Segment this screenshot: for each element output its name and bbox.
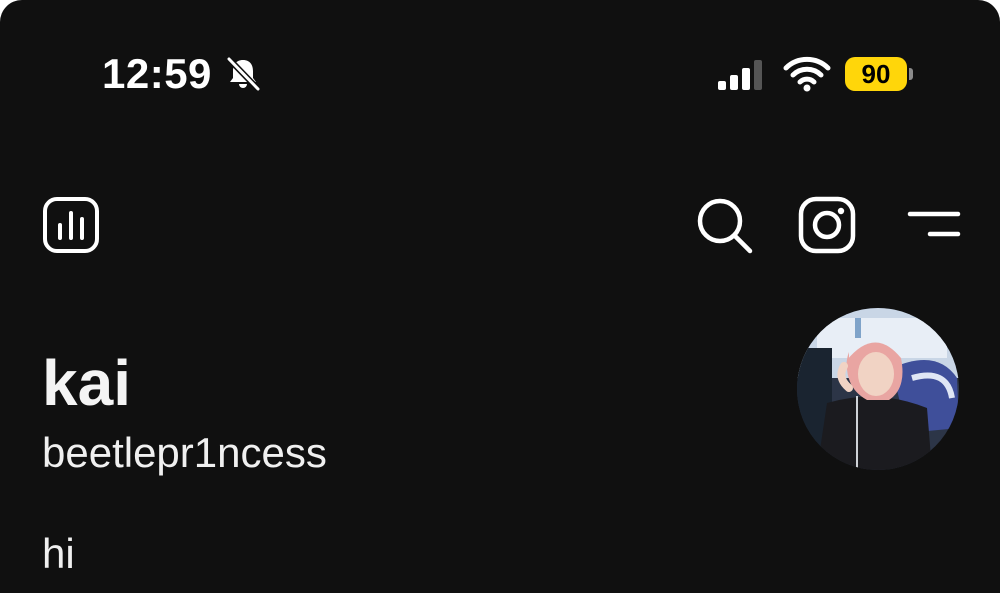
insights-icon[interactable]: [41, 195, 101, 255]
profile-display-name: kai: [42, 347, 131, 419]
search-icon[interactable]: [694, 195, 754, 255]
battery-cap: [909, 68, 913, 80]
status-time: 12:59: [102, 50, 212, 97]
menu-icon[interactable]: [904, 195, 964, 255]
wifi-icon: [783, 56, 831, 92]
instagram-icon[interactable]: [797, 195, 857, 255]
threads-profile-screen: 12:59 90 kai beetlepr1ncess hi: [0, 0, 1000, 593]
bell-slash-icon: [225, 56, 261, 92]
cellular-signal-icon: [716, 58, 768, 92]
avatar[interactable]: [797, 308, 959, 470]
profile-username: beetlepr1ncess: [42, 429, 327, 476]
profile-bio: hi: [42, 530, 75, 577]
battery-indicator: 90: [845, 57, 907, 91]
